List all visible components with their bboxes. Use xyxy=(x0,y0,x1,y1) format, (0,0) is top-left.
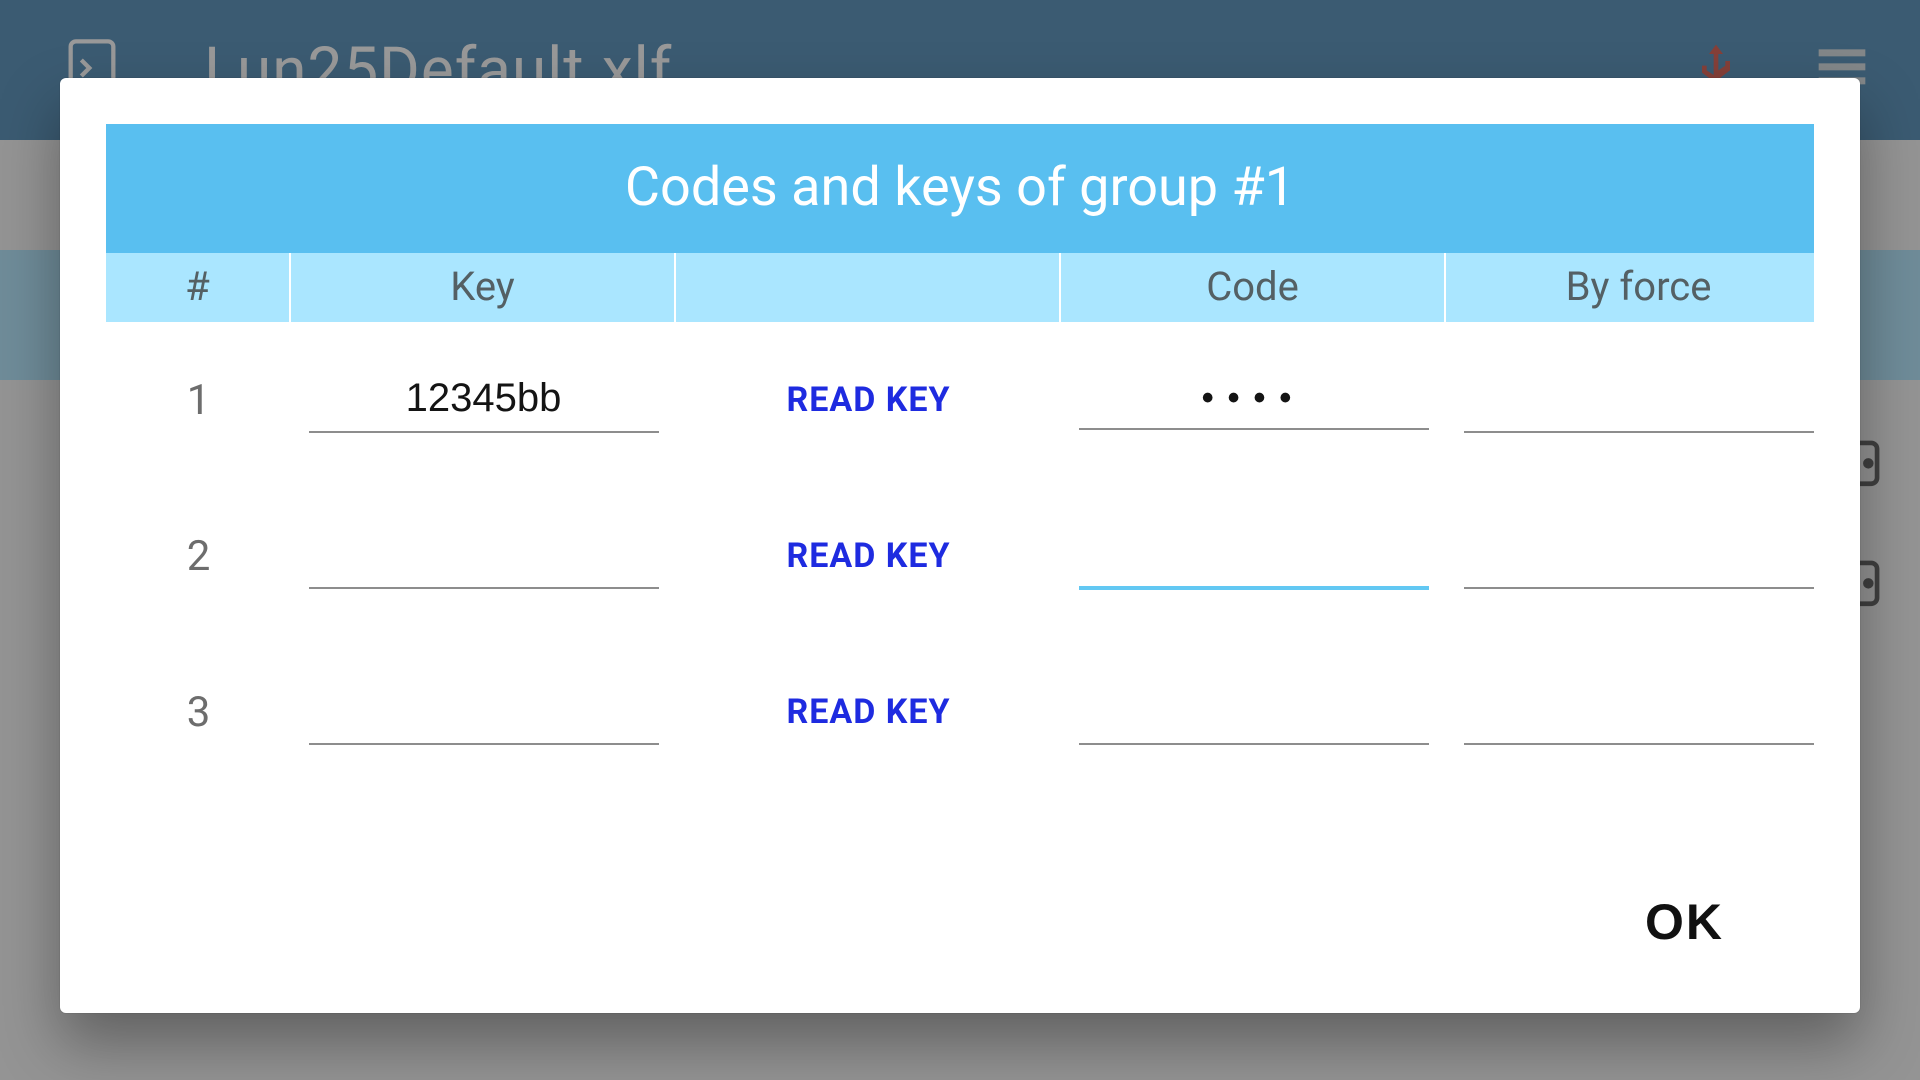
row-number: 3 xyxy=(106,688,291,737)
row-number: 1 xyxy=(106,376,291,425)
dialog-footer: OK xyxy=(106,859,1814,967)
key-field[interactable] xyxy=(309,680,659,745)
code-field[interactable] xyxy=(1079,680,1429,745)
code-field[interactable] xyxy=(1079,371,1429,430)
read-key-button[interactable]: READ KEY xyxy=(676,692,1061,732)
col-header-action xyxy=(676,253,1061,322)
col-header-key: Key xyxy=(291,253,676,322)
rows-container: 1 READ KEY 2 READ KEY 3 READ KEY xyxy=(106,322,1814,790)
dialog-title: Codes and keys of group #1 xyxy=(106,124,1814,253)
row-number: 2 xyxy=(106,532,291,581)
col-header-byforce: By force xyxy=(1446,253,1831,322)
byforce-field[interactable] xyxy=(1464,524,1814,589)
read-key-button[interactable]: READ KEY xyxy=(676,536,1061,576)
table-row: 2 READ KEY xyxy=(106,478,1814,634)
ok-button[interactable]: OK xyxy=(1615,877,1754,967)
read-key-button[interactable]: READ KEY xyxy=(676,380,1061,420)
code-field[interactable] xyxy=(1079,523,1429,590)
byforce-field[interactable] xyxy=(1464,368,1814,433)
key-field[interactable] xyxy=(309,524,659,589)
column-headers: # Key Code By force xyxy=(106,253,1814,322)
table-row: 3 READ KEY xyxy=(106,634,1814,790)
col-header-num: # xyxy=(106,253,291,322)
table-row: 1 READ KEY xyxy=(106,322,1814,478)
codes-keys-dialog: Codes and keys of group #1 # Key Code By… xyxy=(60,78,1860,1013)
key-field[interactable] xyxy=(309,368,659,433)
byforce-field[interactable] xyxy=(1464,680,1814,745)
col-header-code: Code xyxy=(1061,253,1446,322)
